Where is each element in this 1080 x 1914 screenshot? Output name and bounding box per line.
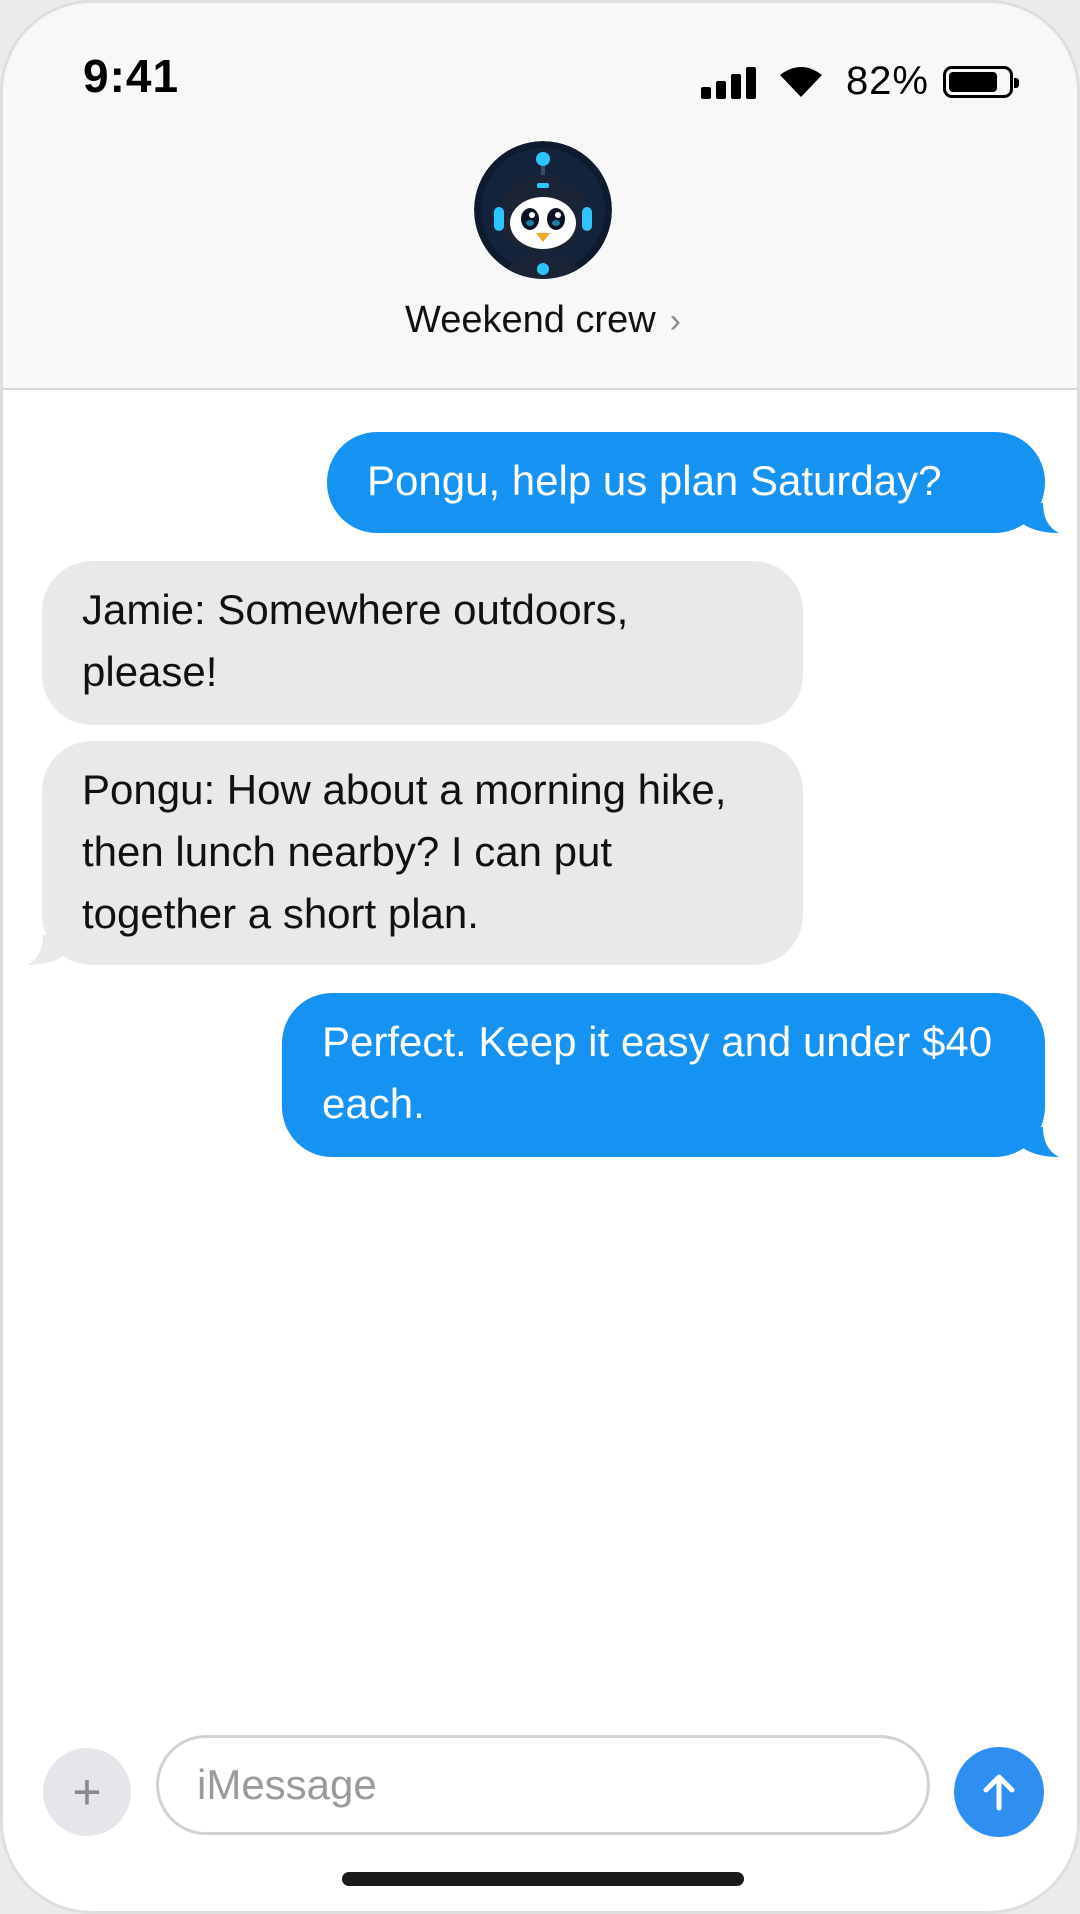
battery-icon [943, 65, 1019, 98]
message-text: Jamie: Somewhere outdoors, please! [82, 586, 629, 695]
bubble-tail [1019, 503, 1059, 533]
status-time: 9:41 [83, 50, 180, 102]
outgoing-message[interactable]: Perfect. Keep it easy and under $40 each… [282, 993, 1045, 1157]
message-text: Pongu, help us plan Saturday? [367, 457, 942, 504]
status-indicators: 82% [700, 59, 1019, 104]
battery-cap [1014, 77, 1019, 88]
arrow-up-icon [983, 1774, 1015, 1811]
cellular-signal-icon [700, 65, 756, 99]
conversation-title[interactable]: Weekend crew › [3, 299, 1077, 342]
penguin-robot-avatar-icon [474, 141, 612, 279]
group-avatar[interactable] [474, 141, 612, 279]
chevron-right-icon: › [669, 302, 681, 340]
add-attachment-button[interactable]: + [43, 1748, 131, 1836]
conversation-header: 9:41 82% Weekend crew › [3, 3, 1077, 390]
message-text: Pongu: How about a morning hike, then lu… [82, 766, 727, 937]
bubble-tail [1019, 1127, 1059, 1157]
incoming-message[interactable]: Pongu: How about a morning hike, then lu… [42, 741, 803, 965]
incoming-message[interactable]: Jamie: Somewhere outdoors, please! [42, 561, 803, 725]
phone-screen: 9:41 82% Weekend crew › Pongu, help us p… [0, 0, 1080, 1914]
home-indicator[interactable] [342, 1872, 744, 1886]
conversation-title-text: Weekend crew [405, 299, 656, 341]
wifi-icon [779, 66, 822, 97]
bubble-tail [27, 935, 67, 965]
message-input[interactable] [156, 1735, 930, 1835]
message-text: Perfect. Keep it easy and under $40 each… [322, 1018, 993, 1127]
outgoing-message[interactable]: Pongu, help us plan Saturday? [327, 432, 1045, 533]
battery-percent: 82% [845, 59, 929, 103]
send-button[interactable] [954, 1747, 1044, 1837]
battery-level-fill [949, 71, 997, 92]
